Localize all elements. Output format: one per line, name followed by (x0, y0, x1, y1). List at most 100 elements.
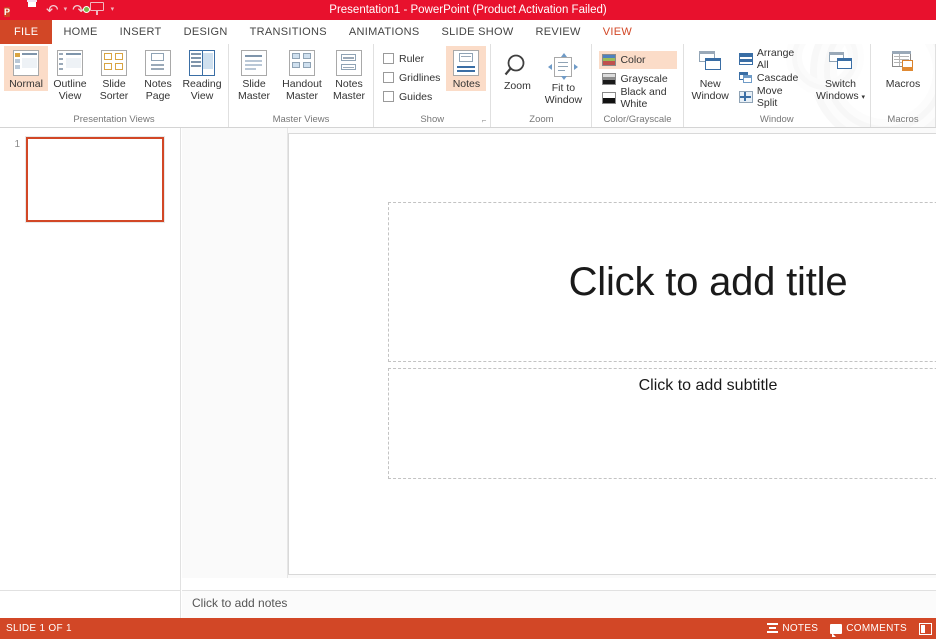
slide-master-label-2: Master (237, 89, 271, 102)
guides-checkbox-row[interactable]: Guides (383, 88, 440, 105)
handout-master-button[interactable]: Handout Master (275, 46, 329, 102)
normal-view-label: Normal (9, 78, 43, 90)
notes-page-label-1: Notes (144, 78, 172, 90)
slide-master-label-1: Slide (242, 78, 266, 90)
ribbon-group-show: Ruler Gridlines Guides Notes Show ⌐ (374, 44, 492, 127)
gridlines-checkbox-row[interactable]: Gridlines (383, 69, 440, 86)
customize-qat-icon[interactable]: ▾ (111, 2, 115, 18)
start-presentation-icon[interactable] (82, 2, 106, 18)
ribbon-group-master-views: Slide Master Handout Master Notes Master… (229, 44, 374, 127)
tab-transitions[interactable]: TRANSITIONS (239, 20, 338, 44)
tab-design[interactable]: DESIGN (173, 20, 239, 44)
arrange-all-button[interactable]: Arrange All (736, 47, 807, 71)
notes-master-icon (334, 49, 364, 77)
move-split-icon (738, 91, 753, 103)
notes-status-button[interactable]: NOTES (767, 623, 818, 634)
undo-icon[interactable]: ↶ (46, 2, 59, 18)
zoom-button[interactable]: Zoom (495, 50, 539, 93)
outline-view-label-2: View (58, 89, 82, 102)
fit-to-window-label-1: Fit to (551, 82, 576, 94)
notes-master-label-2: Master (332, 89, 366, 102)
cascade-icon (738, 72, 753, 84)
new-window-label-2: Window (691, 89, 729, 102)
grayscale-label: Grayscale (620, 73, 668, 85)
tab-animations[interactable]: ANIMATIONS (338, 20, 431, 44)
status-bar: SLIDE 1 OF 1 NOTES COMMENTS (0, 618, 936, 639)
tab-insert[interactable]: INSERT (109, 20, 173, 44)
window-title: Presentation1 - PowerPoint (Product Acti… (329, 4, 607, 16)
move-split-button[interactable]: Move Split (736, 85, 807, 109)
notes-toggle-button[interactable]: Notes (446, 46, 487, 91)
slide-master-button[interactable]: Slide Master (233, 46, 275, 102)
slide-thumbnail-pane[interactable]: 1 (0, 128, 181, 590)
gridlines-label: Gridlines (399, 71, 441, 84)
presentation-views-group-label: Presentation Views (73, 114, 155, 125)
notes-page-button[interactable]: Notes Page (136, 46, 180, 102)
ribbon-group-color-grayscale: Color Grayscale Black and White Color/Gr… (592, 44, 684, 127)
notes-page-label-2: Page (145, 89, 171, 102)
switch-windows-caret-icon[interactable]: ▾ (862, 94, 866, 101)
ruler-checkbox[interactable] (383, 53, 394, 64)
thumbnail-row[interactable]: 1 (8, 136, 165, 223)
guides-checkbox[interactable] (383, 91, 394, 102)
slide-editing-area[interactable]: Click to add title Click to add subtitle (288, 128, 936, 578)
slide-master-icon (239, 49, 269, 77)
comments-status-label: COMMENTS (846, 623, 907, 634)
new-window-icon (695, 49, 725, 77)
black-and-white-option[interactable]: Black and White (599, 86, 676, 110)
gridlines-checkbox[interactable] (383, 72, 394, 83)
normal-view-button[interactable]: Normal (4, 46, 48, 91)
tab-home[interactable]: HOME (52, 20, 108, 44)
notes-master-button[interactable]: Notes Master (329, 46, 369, 102)
zoom-group-label: Zoom (529, 114, 554, 125)
tab-view[interactable]: VIEW (591, 20, 644, 44)
tab-review[interactable]: REVIEW (525, 20, 592, 44)
ribbon-group-presentation-views: Normal Outline View Slide Sorter Notes P… (0, 44, 229, 127)
notes-pane[interactable]: Click to add notes (182, 590, 936, 618)
ribbon-tab-strip: FILE HOME INSERT DESIGN TRANSITIONS ANIM… (0, 20, 936, 44)
comments-icon (830, 623, 843, 637)
slide-sorter-label-2: Sorter (99, 89, 129, 102)
ruler-checkbox-row[interactable]: Ruler (383, 50, 440, 67)
macros-button[interactable]: Macros (879, 46, 927, 91)
slide-thumbnail-1[interactable] (25, 136, 165, 223)
outline-view-button[interactable]: Outline View (48, 46, 92, 102)
color-icon (602, 54, 617, 66)
notes-pane-left-spacer (0, 590, 181, 618)
tab-file[interactable]: FILE (0, 20, 53, 44)
switch-windows-label-2-text: Windows (815, 89, 859, 102)
notes-icon (451, 49, 481, 77)
slide-canvas[interactable]: Click to add title Click to add subtitle (288, 133, 936, 575)
switch-windows-icon (826, 49, 856, 77)
switch-windows-button[interactable]: Switch Windows ▾ (815, 46, 866, 103)
move-split-label: Move Split (756, 85, 783, 109)
tab-slide-show[interactable]: SLIDE SHOW (430, 20, 524, 44)
normal-view-status-button[interactable] (919, 622, 932, 635)
show-dialog-launcher-icon[interactable]: ⌐ (482, 114, 487, 127)
title-placeholder[interactable]: Click to add title (388, 202, 936, 362)
notes-placeholder-text: Click to add notes (192, 596, 288, 610)
notes-page-icon (143, 49, 173, 77)
reading-view-button[interactable]: Reading View (180, 46, 224, 102)
comments-status-button[interactable]: COMMENTS (830, 623, 907, 637)
ribbon-group-zoom: Zoom Fit to Window Zoom (491, 44, 593, 127)
slide-sorter-icon (99, 49, 129, 77)
outline-view-label-1: Outline (53, 78, 87, 90)
ribbon-group-window: New Window Arrange All Cascade Move Spli… (684, 44, 871, 127)
guides-label: Guides (399, 90, 433, 103)
fit-to-window-button[interactable]: Fit to Window (539, 50, 587, 106)
quick-access-toolbar[interactable]: P ↶ ▾ ↷ ▾ (0, 0, 114, 20)
handout-master-label-1: Handout (282, 78, 322, 90)
slide-count-label: SLIDE 1 OF 1 (6, 623, 72, 634)
save-icon[interactable] (25, 2, 41, 18)
handout-master-label-2: Master (285, 89, 319, 102)
new-window-button[interactable]: New Window (688, 46, 733, 102)
slide-sorter-button[interactable]: Slide Sorter (92, 46, 136, 102)
handout-master-icon (287, 49, 317, 77)
ruler-label: Ruler (399, 52, 425, 65)
workspace: 1 Click to add title Click to add subtit… (0, 128, 936, 618)
color-option[interactable]: Color (599, 51, 677, 69)
subtitle-placeholder[interactable]: Click to add subtitle (388, 368, 936, 479)
notes-status-label: NOTES (782, 623, 819, 634)
undo-dropdown-icon[interactable]: ▾ (64, 2, 68, 18)
